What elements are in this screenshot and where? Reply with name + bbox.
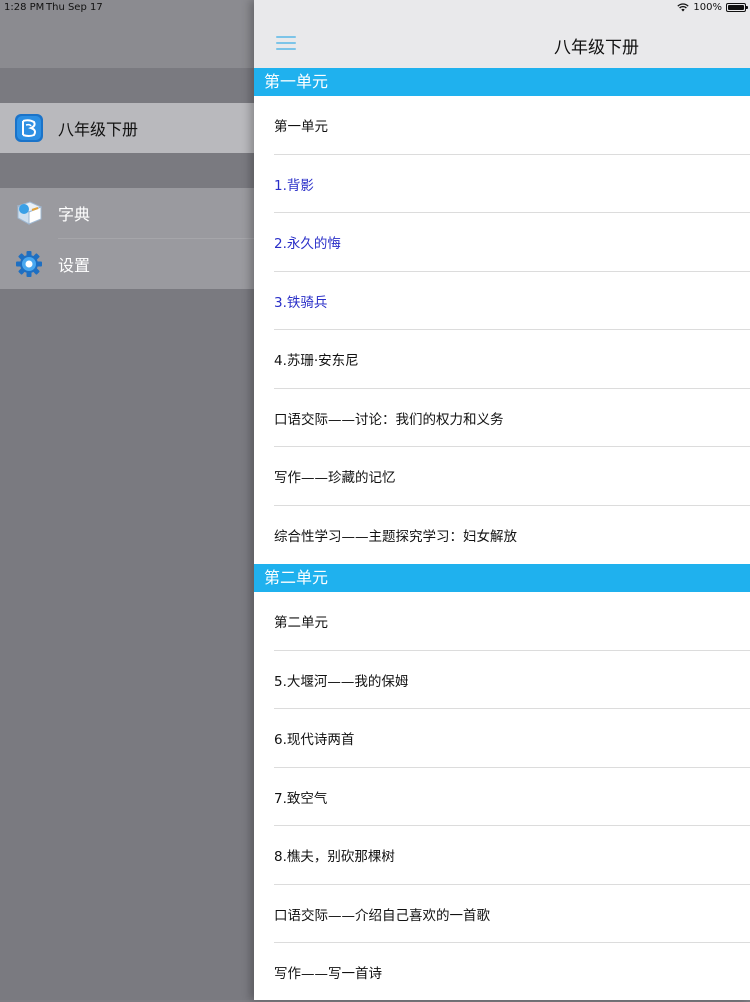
section-header: 第一单元 — [254, 68, 750, 96]
list-item[interactable]: 第二单元 — [254, 592, 750, 651]
wifi-icon — [677, 3, 690, 12]
book-icon — [15, 114, 43, 142]
list-item[interactable]: 7.致空气 — [254, 768, 750, 827]
status-right: 100% — [677, 2, 748, 13]
list-item[interactable]: 4.苏珊·安东尼 — [254, 330, 750, 389]
hamburger-menu-icon[interactable] — [276, 36, 296, 51]
list-item[interactable]: 第一单元 — [254, 96, 750, 155]
list-item[interactable]: 写作——写一首诗 — [254, 943, 750, 1002]
sidebar-item-label: 设置 — [58, 256, 91, 275]
list-item[interactable]: 8.樵夫，别砍那棵树 — [254, 826, 750, 885]
sidebar-item-textbook[interactable]: 八年级下册 — [0, 103, 254, 153]
list-item[interactable]: 1.背影 — [254, 155, 750, 214]
page-title: 八年级下册 — [554, 38, 639, 58]
status-date: Thu Sep 17 — [46, 2, 103, 13]
sidebar: 八年级下册 字典 设置 — [0, 0, 254, 1000]
status-time: 1:28 PM — [4, 2, 45, 13]
sidebar-item-label: 八年级下册 — [58, 120, 139, 139]
status-bar: 1:28 PM Thu Sep 17 100% — [0, 0, 750, 16]
list-item[interactable]: 3.铁骑兵 — [254, 272, 750, 331]
list-item[interactable]: 口语交际——介绍自己喜欢的一首歌 — [254, 885, 750, 944]
sidebar-item-settings[interactable]: 设置 — [0, 239, 254, 289]
list-item[interactable]: 2.永久的悔 — [254, 213, 750, 272]
lesson-list: 第一单元 第一单元 1.背影 2.永久的悔 3.铁骑兵 4.苏珊·安东尼 口语交… — [254, 68, 750, 1002]
main-panel: 八年级下册 第一单元 第一单元 1.背影 2.永久的悔 3.铁骑兵 4.苏珊·安… — [254, 0, 750, 1000]
list-item[interactable]: 6.现代诗两首 — [254, 709, 750, 768]
dictionary-icon — [16, 201, 43, 225]
section-header: 第二单元 — [254, 564, 750, 592]
list-item[interactable]: 口语交际——讨论：我们的权力和义务 — [254, 389, 750, 448]
gear-icon — [16, 251, 42, 277]
list-item[interactable]: 写作——珍藏的记忆 — [254, 447, 750, 506]
sidebar-item-label: 字典 — [58, 205, 91, 224]
battery-icon — [726, 3, 748, 12]
list-item[interactable]: 综合性学习——主题探究学习：妇女解放 — [254, 506, 750, 565]
battery-percent: 100% — [693, 2, 722, 13]
sidebar-item-dictionary[interactable]: 字典 — [0, 188, 254, 238]
list-item[interactable]: 5.大堰河——我的保姆 — [254, 651, 750, 710]
